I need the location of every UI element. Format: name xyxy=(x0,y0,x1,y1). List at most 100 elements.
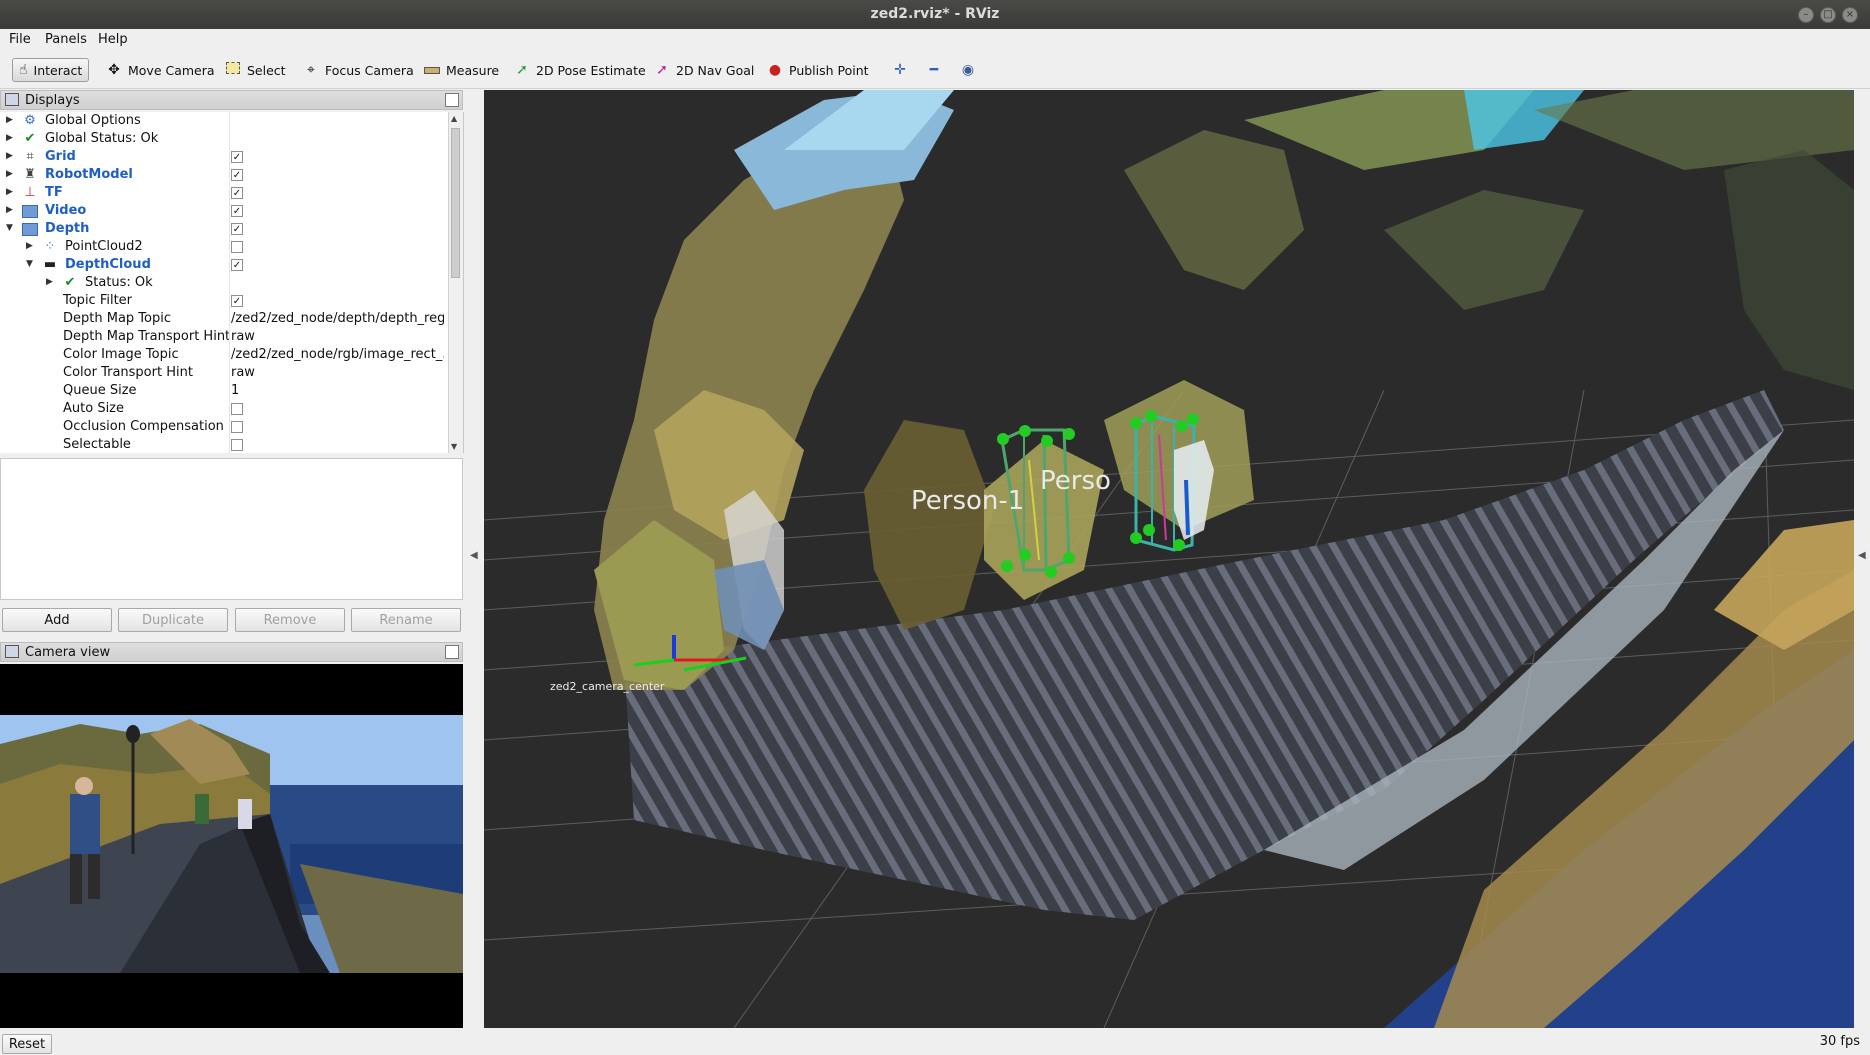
tree-label: DepthCloud xyxy=(65,257,151,272)
tool-measure-label: Measure xyxy=(446,62,500,78)
reset-button[interactable]: Reset xyxy=(2,1034,52,1054)
remove-display-button[interactable]: Remove xyxy=(235,608,345,632)
expand-arrow-icon[interactable]: ▶ xyxy=(6,132,16,144)
render-viewport-3d[interactable]: Person-1 Perso zed2_camera_center xyxy=(484,90,1854,1028)
property-value[interactable]: /zed2/zed_node/depth/depth_reg... xyxy=(231,311,444,326)
expand-arrow-icon[interactable]: ▶ xyxy=(6,186,16,198)
tree-row-pointcloud2[interactable]: ▶ ⁘ PointCloud2 xyxy=(0,238,448,256)
tool-measure[interactable]: Measure xyxy=(418,58,505,82)
point-cloud-scene xyxy=(484,90,1854,1028)
panel-undock-icon[interactable] xyxy=(445,645,459,659)
maximize-icon[interactable]: □ xyxy=(1820,7,1836,23)
selectable-checkbox[interactable] xyxy=(231,439,243,451)
tf-enabled-checkbox[interactable]: ✓ xyxy=(231,187,243,199)
property-row[interactable]: Depth Map Transport Hint raw xyxy=(0,328,448,346)
focus-camera-icon: ⌖ xyxy=(307,62,315,78)
property-value[interactable]: 1 xyxy=(231,383,444,398)
scroll-up-icon[interactable]: ▲ xyxy=(451,114,457,123)
tree-label: Grid xyxy=(45,149,76,164)
video-enabled-checkbox[interactable]: ✓ xyxy=(231,205,243,217)
robot-icon: ♜ xyxy=(24,167,36,182)
topic-filter-checkbox[interactable]: ✓ xyxy=(231,295,243,307)
occlusion-compensation-checkbox[interactable] xyxy=(231,421,243,433)
tree-scrollbar[interactable]: ▲ ▼ xyxy=(448,112,463,453)
menu-file[interactable]: File xyxy=(9,32,31,47)
displays-tree: ▶ ⚙ Global Options ▶ ✔ Global Status: Ok… xyxy=(0,112,464,453)
left-panel-splitter[interactable]: ◀ xyxy=(466,90,484,1028)
property-row[interactable]: Color Image Topic /zed2/zed_node/rgb/ima… xyxy=(0,346,448,364)
property-row[interactable]: Auto Size xyxy=(0,400,448,418)
tree-row-tf[interactable]: ▶ ⊥ TF ✓ xyxy=(0,184,448,202)
expand-arrow-icon[interactable]: ▶ xyxy=(6,204,16,216)
tool-properties-button[interactable]: ◉ xyxy=(954,58,982,82)
menu-panels[interactable]: Panels xyxy=(45,32,87,47)
close-icon[interactable]: × xyxy=(1842,7,1858,23)
tree-row-depthcloud[interactable]: ▼ ▬ DepthCloud ✓ xyxy=(0,256,448,274)
add-tool-button[interactable]: ✛ xyxy=(886,58,914,82)
tree-row-global-options[interactable]: ▶ ⚙ Global Options xyxy=(0,112,448,130)
right-panel-splitter[interactable]: ◀ xyxy=(1854,90,1870,1028)
fps-counter: 30 fps xyxy=(1819,1034,1860,1049)
tool-interact[interactable]: ☝ Interact xyxy=(12,58,89,82)
property-label: Queue Size xyxy=(63,383,137,398)
tool-move-camera[interactable]: ✥ Move Camera xyxy=(100,58,221,82)
auto-size-checkbox[interactable] xyxy=(231,403,243,415)
property-label: Depth Map Topic xyxy=(63,311,171,326)
tree-row-grid[interactable]: ▶ ⌗ Grid ✓ xyxy=(0,148,448,166)
expand-arrow-icon[interactable]: ▶ xyxy=(6,168,16,180)
menu-help[interactable]: Help xyxy=(98,32,128,47)
duplicate-display-button[interactable]: Duplicate xyxy=(118,608,228,632)
property-row[interactable]: Queue Size 1 xyxy=(0,382,448,400)
expand-arrow-icon[interactable]: ▶ xyxy=(6,114,16,126)
property-row[interactable]: Color Transport Hint raw xyxy=(0,364,448,382)
property-value[interactable]: raw xyxy=(231,329,444,344)
camera-icon xyxy=(5,645,19,658)
scrollbar-thumb[interactable] xyxy=(451,128,460,278)
tool-2d-nav-goal[interactable]: ➚ 2D Nav Goal xyxy=(648,58,760,82)
camera-view-title: Camera view xyxy=(25,645,111,660)
camera-view-image xyxy=(0,664,463,1028)
depthcloud-enabled-checkbox[interactable]: ✓ xyxy=(231,259,243,271)
property-row[interactable]: Topic Filter ✓ xyxy=(0,292,448,310)
tool-publish-point[interactable]: ● Publish Point xyxy=(761,58,875,82)
add-display-button[interactable]: Add xyxy=(2,608,112,632)
collapse-left-icon[interactable]: ◀ xyxy=(470,550,478,561)
property-row[interactable]: Occlusion Compensation xyxy=(0,418,448,436)
tree-row-global-status[interactable]: ▶ ✔ Global Status: Ok xyxy=(0,130,448,148)
grid-icon: ⌗ xyxy=(26,149,34,164)
tree-row-depth[interactable]: ▼ Depth ✓ xyxy=(0,220,448,238)
grid-enabled-checkbox[interactable]: ✓ xyxy=(231,151,243,163)
robotmodel-enabled-checkbox[interactable]: ✓ xyxy=(231,169,243,181)
property-value[interactable]: /zed2/zed_node/rgb/image_rect_... xyxy=(231,347,444,362)
property-label: Occlusion Compensation xyxy=(63,419,224,434)
scroll-down-icon[interactable]: ▼ xyxy=(451,442,457,451)
property-row[interactable]: Selectable xyxy=(0,436,448,453)
checkmark-icon: ✔ xyxy=(64,275,76,290)
collapse-arrow-icon[interactable]: ▼ xyxy=(26,258,36,270)
tool-focus-camera[interactable]: ⌖ Focus Camera xyxy=(297,58,420,82)
property-row[interactable]: Depth Map Topic /zed2/zed_node/depth/dep… xyxy=(0,310,448,328)
tool-2d-pose-estimate[interactable]: ➚ 2D Pose Estimate xyxy=(508,58,652,82)
expand-arrow-icon[interactable]: ▶ xyxy=(6,150,16,162)
depth-enabled-checkbox[interactable]: ✓ xyxy=(231,223,243,235)
move-camera-icon: ✥ xyxy=(108,62,120,78)
tree-row-status-ok[interactable]: ▶ ✔ Status: Ok xyxy=(0,274,448,292)
tool-2d-nav-goal-label: 2D Nav Goal xyxy=(676,62,755,78)
tree-label: Video xyxy=(45,203,87,218)
remove-tool-button[interactable]: ━ xyxy=(920,58,948,82)
tool-select[interactable]: Select xyxy=(219,58,292,82)
tree-row-video[interactable]: ▶ Video ✓ xyxy=(0,202,448,220)
rename-display-button[interactable]: Rename xyxy=(351,608,461,632)
collapse-right-icon[interactable]: ◀ xyxy=(1858,550,1866,561)
expand-arrow-icon[interactable]: ▶ xyxy=(26,240,36,252)
tree-label: Global Options xyxy=(45,113,141,128)
collapse-arrow-icon[interactable]: ▼ xyxy=(6,222,16,234)
panel-undock-icon[interactable] xyxy=(445,93,459,107)
tree-row-robotmodel[interactable]: ▶ ♜ RobotModel ✓ xyxy=(0,166,448,184)
property-value[interactable]: raw xyxy=(231,365,444,380)
minimize-icon[interactable]: – xyxy=(1798,7,1814,23)
expand-arrow-icon[interactable]: ▶ xyxy=(46,276,56,288)
monitor-icon xyxy=(5,93,19,106)
tool-2d-pose-estimate-label: 2D Pose Estimate xyxy=(536,62,646,78)
pointcloud2-enabled-checkbox[interactable] xyxy=(231,241,243,253)
